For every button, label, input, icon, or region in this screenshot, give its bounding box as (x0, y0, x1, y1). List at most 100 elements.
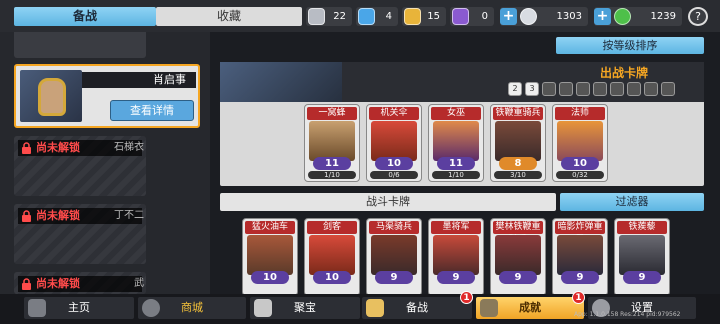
deck-card[interactable]: 机关伞 10 0/6 (366, 104, 422, 182)
card-name: 一窝蜂 (307, 107, 357, 120)
silver-shield-value: 22 (333, 11, 346, 22)
nav-label: 主页 (68, 301, 90, 314)
card-name: 铁蒺藜 (617, 221, 667, 234)
lock-icon (22, 142, 31, 154)
lock-icon (22, 210, 31, 222)
shop-icon (142, 299, 160, 317)
card-art (495, 235, 541, 275)
notification-badge: 1 (572, 291, 585, 304)
nav-home[interactable]: 主页 (24, 297, 134, 319)
deck-slot-icon[interactable] (627, 82, 641, 96)
deck-title: 出战卡牌 (600, 66, 649, 80)
filter-button[interactable]: 过滤器 (560, 193, 704, 211)
deck-slot-icon[interactable] (576, 82, 590, 96)
deck-slot-icon[interactable]: 2 (508, 82, 522, 96)
nav-label: 聚宝 (294, 301, 316, 314)
purple-shield-counter: 0 (450, 7, 494, 26)
green-gem-counter: + 1239 (594, 7, 682, 26)
deck-slot-icon[interactable] (661, 82, 675, 96)
card-progress: 3/10 (494, 171, 542, 179)
card-progress: 0/32 (556, 171, 604, 179)
purple-shield-value: 0 (481, 11, 488, 22)
collection-card[interactable]: 剑客 10 (304, 218, 360, 296)
help-button[interactable]: ? (688, 7, 708, 26)
deck-hero-portrait (220, 62, 342, 102)
collection-card[interactable]: 樊林铁鞭重骑兵 9 (490, 218, 546, 296)
blue-shield-counter: 4 (356, 7, 398, 26)
hero-portrait (20, 70, 82, 122)
card-level: 9 (561, 271, 599, 284)
card-level: 11 (313, 157, 351, 170)
hero-name: 肖启事 (82, 72, 196, 88)
hero-card-locked[interactable]: 尚未解锁 武 (14, 272, 146, 294)
card-level: 8 (499, 157, 537, 170)
collection-card[interactable]: 墨将军 9 (428, 218, 484, 296)
card-art (309, 235, 355, 275)
blue-shield-value: 4 (385, 11, 392, 22)
collection-card[interactable]: 暗影炸弹重灵 9 (552, 218, 608, 296)
sort-by-level-button[interactable]: 按等级排序 (556, 37, 704, 54)
card-level: 10 (251, 271, 289, 284)
hero-card-locked[interactable]: 尚未解锁 丁不二 (14, 204, 146, 264)
nav-prepare[interactable]: 备战 (362, 297, 472, 319)
deck-card[interactable]: 一窝蜂 11 1/10 (304, 104, 360, 182)
hero-card-locked[interactable]: 尚未解锁 石梯衣 (14, 136, 146, 196)
deck-slot-icon[interactable] (593, 82, 607, 96)
view-details-button[interactable]: 查看详情 (110, 100, 194, 121)
silver-coin-counter: + 1303 (500, 7, 588, 26)
deck-slot-icon[interactable] (559, 82, 573, 96)
card-art (557, 235, 603, 275)
add-coin-button[interactable]: + (500, 8, 517, 25)
deck-card[interactable]: 女巫 11 1/10 (428, 104, 484, 182)
locked-hero-name: 武 (134, 278, 144, 289)
hero-card-selected[interactable]: 肖启事 查看详情 (14, 64, 200, 128)
nav-treasure[interactable]: 聚宝 (250, 297, 360, 319)
tab-collection[interactable]: 收藏 (156, 7, 302, 26)
add-gem-button[interactable]: + (594, 8, 611, 25)
card-name: 机关伞 (369, 107, 419, 120)
achievement-icon (480, 299, 498, 317)
card-level: 9 (499, 271, 537, 284)
gold-shield-value: 15 (427, 11, 440, 22)
locked-hero-name: 丁不二 (114, 210, 144, 221)
card-progress: 1/10 (308, 171, 356, 179)
collection-card[interactable]: 马渠骑兵 9 (366, 218, 422, 296)
battle-cards-header: 战斗卡牌 (220, 193, 556, 211)
card-art (371, 235, 417, 275)
cards-icon (366, 299, 384, 317)
collection-card[interactable]: 猛火油车 10 (242, 218, 298, 296)
nav-shop[interactable]: 商城 (138, 297, 246, 319)
card-art (247, 235, 293, 275)
blue-shield-icon (358, 8, 375, 25)
deck-slot-icon[interactable] (644, 82, 658, 96)
card-art (309, 121, 355, 161)
deck-slot-icon[interactable]: 3 (525, 82, 539, 96)
card-name: 马渠骑兵 (369, 221, 419, 234)
deck-card[interactable]: 铁鞭重骑兵 8 3/10 (490, 104, 546, 182)
locked-label: 尚未解锁 (18, 276, 142, 292)
gold-shield-counter: 15 (402, 7, 446, 26)
card-level: 9 (623, 271, 661, 284)
deck-slot-icons: 2 3 (508, 82, 676, 97)
card-art (433, 235, 479, 275)
card-name: 樊林铁鞭重骑兵 (493, 221, 543, 245)
deck-slot-icon[interactable] (542, 82, 556, 96)
card-art (495, 121, 541, 161)
card-level: 11 (437, 157, 475, 170)
tab-prepare[interactable]: 备战 (14, 7, 156, 26)
deck-slot-icon[interactable] (610, 82, 624, 96)
hero-card-previous[interactable] (14, 32, 146, 58)
silver-coin-value: 1303 (556, 11, 582, 22)
purple-shield-icon (452, 8, 469, 25)
home-icon (28, 299, 46, 317)
card-name: 墨将军 (431, 221, 481, 234)
lock-icon (22, 278, 31, 290)
nav-achievements[interactable]: 成就 (476, 297, 584, 319)
gold-shield-icon (404, 8, 421, 25)
card-art (619, 235, 665, 275)
card-level: 10 (375, 157, 413, 170)
deck-card[interactable]: 法师 10 0/32 (552, 104, 608, 182)
collection-card[interactable]: 铁蒺藜 9 (614, 218, 670, 296)
card-name: 暗影炸弹重灵 (555, 221, 605, 245)
locked-hero-name: 石梯衣 (114, 142, 144, 153)
